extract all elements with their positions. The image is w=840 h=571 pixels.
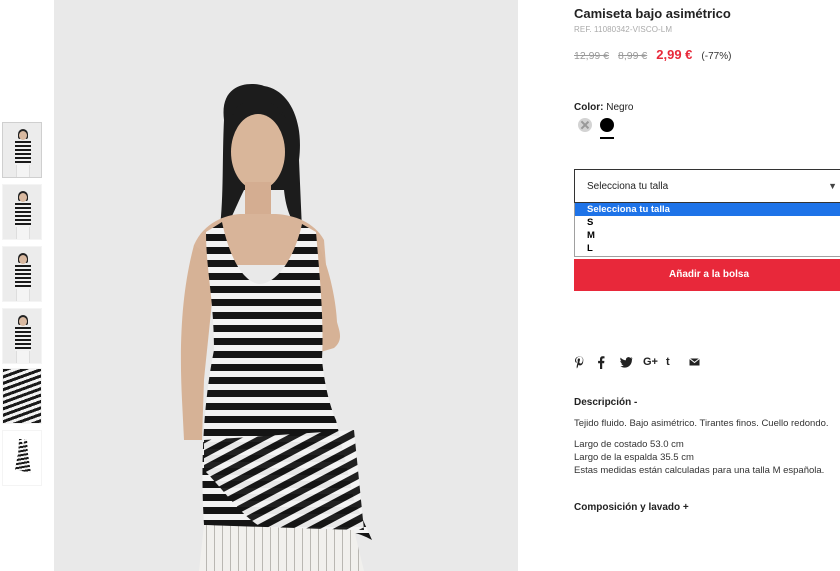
- description-text: Tejido fluido. Bajo asimétrico. Tirantes…: [574, 418, 829, 429]
- thumbnail-5[interactable]: [2, 368, 42, 424]
- product-title: Camiseta bajo asimétrico: [574, 6, 731, 21]
- thumbnail-2[interactable]: [2, 184, 42, 240]
- tumblr-icon[interactable]: t: [666, 354, 689, 370]
- price-block: 12,99 € 8,99 € 2,99 € (-77%): [574, 47, 731, 62]
- description-heading[interactable]: Descripción -: [574, 397, 637, 408]
- measure-item: Largo de costado 53.0 cm: [574, 439, 684, 450]
- size-dropdown: Selecciona tu talla S M L: [574, 203, 840, 257]
- chevron-down-icon: ▼: [828, 181, 837, 191]
- product-info: Camiseta bajo asimétrico REF. 11080342-V…: [574, 0, 840, 571]
- thumbnail-list: [2, 0, 44, 571]
- measure-item: Estas medidas están calculadas para una …: [574, 465, 825, 476]
- add-to-bag-button[interactable]: Añadir a la bolsa: [574, 259, 840, 291]
- measure-item: Largo de la espalda 35.5 cm: [574, 452, 694, 463]
- thumbnail-1[interactable]: [2, 122, 42, 178]
- thumbnail-4[interactable]: [2, 308, 42, 364]
- discount-badge: (-77%): [701, 51, 732, 62]
- thumbnail-3[interactable]: [2, 246, 42, 302]
- product-ref: REF. 11080342-VISCO-LM: [574, 25, 673, 34]
- price-previous: 8,99 €: [618, 50, 648, 62]
- size-select[interactable]: Selecciona tu talla ▼: [574, 169, 840, 203]
- size-option-l[interactable]: L: [575, 242, 840, 255]
- pinterest-icon[interactable]: [574, 354, 597, 370]
- size-option-s[interactable]: S: [575, 216, 840, 229]
- color-swatch-unavailable[interactable]: [578, 118, 592, 132]
- color-label-key: Color:: [574, 102, 604, 113]
- measure-list: Largo de costado 53.0 cm Largo de la esp…: [574, 438, 824, 477]
- google-plus-icon[interactable]: G+: [643, 354, 666, 370]
- price-current: 2,99 €: [656, 47, 693, 62]
- price-original: 12,99 €: [574, 50, 610, 62]
- color-label-value: Negro: [606, 102, 634, 113]
- product-main-image[interactable]: [54, 0, 518, 571]
- facebook-icon[interactable]: [597, 354, 620, 370]
- thumbnail-6[interactable]: [2, 430, 42, 486]
- selected-swatch-indicator: [600, 137, 614, 139]
- size-option-placeholder[interactable]: Selecciona tu talla: [575, 203, 840, 216]
- share-bar: G+ t: [574, 354, 712, 370]
- size-select-value: Selecciona tu talla: [587, 181, 669, 192]
- twitter-icon[interactable]: [620, 354, 643, 370]
- color-swatch-black[interactable]: [600, 118, 614, 132]
- size-option-m[interactable]: M: [575, 229, 840, 242]
- color-label: Color: Negro: [574, 102, 633, 113]
- email-icon[interactable]: [689, 354, 712, 370]
- composition-heading[interactable]: Composición y lavado +: [574, 502, 689, 513]
